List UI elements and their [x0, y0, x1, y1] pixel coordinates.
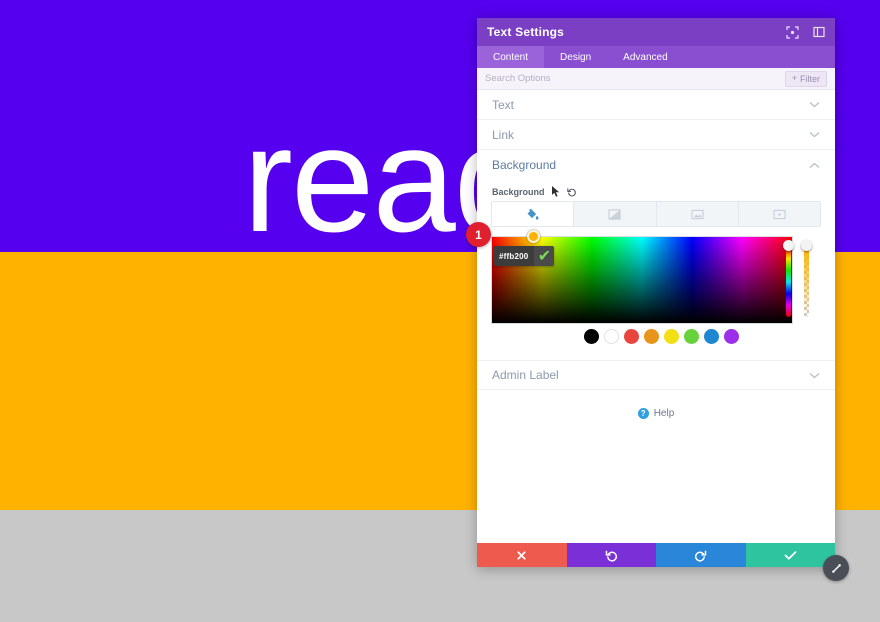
help-icon: ?	[637, 408, 649, 419]
hex-input[interactable]: #ffb200	[494, 246, 535, 266]
chevron-down-icon	[809, 131, 820, 138]
accordion-text[interactable]: Text	[477, 90, 835, 120]
swatch-yellow[interactable]	[664, 329, 679, 344]
background-section: Background #ffb200 ✔	[477, 180, 835, 346]
cancel-button[interactable]	[477, 543, 567, 567]
reset-icon[interactable]	[566, 187, 577, 197]
swatch-black[interactable]	[584, 329, 599, 344]
accordion-admin-label[interactable]: Admin Label	[477, 360, 835, 390]
swatch-purple[interactable]	[724, 329, 739, 344]
background-color-tab[interactable]	[492, 202, 575, 226]
plus-icon: +	[791, 73, 797, 83]
color-picker: #ffb200 ✔	[491, 230, 821, 324]
background-video-tab[interactable]	[739, 202, 820, 226]
tab-content[interactable]: Content	[477, 46, 545, 68]
hue-slider[interactable]	[783, 240, 794, 320]
help-label: Help	[653, 408, 675, 419]
accordion-text-label: Text	[492, 97, 515, 112]
modal-tabs: Content Design Advanced	[477, 46, 835, 68]
chevron-up-icon	[809, 162, 820, 169]
swatch-white[interactable]	[604, 329, 619, 344]
resize-handle[interactable]	[823, 555, 849, 581]
modal-titlebar: Text Settings	[477, 18, 835, 46]
tab-design[interactable]: Design	[544, 46, 607, 68]
accordion-background-label: Background	[492, 158, 557, 172]
filter-button-label: Filter	[800, 73, 820, 84]
page-root: read to bui 1 Text Settings	[0, 0, 880, 622]
expand-icon[interactable]	[786, 25, 799, 39]
background-type-tabs	[491, 201, 821, 227]
filter-button[interactable]: + Filter	[784, 70, 827, 87]
tab-advanced[interactable]: Advanced	[607, 46, 683, 68]
swatch-orange[interactable]	[644, 329, 659, 344]
accordion-background[interactable]: Background	[477, 150, 835, 180]
chevron-down-icon	[809, 101, 820, 108]
background-field-header: Background	[477, 180, 835, 201]
search-row: + Filter	[477, 68, 835, 90]
modal-title: Text Settings	[487, 25, 565, 39]
alpha-slider-knob[interactable]	[801, 240, 812, 251]
accordion-link-label: Link	[492, 127, 515, 142]
save-button[interactable]	[745, 543, 835, 567]
background-gradient-tab[interactable]	[574, 202, 657, 226]
color-swatch-row	[584, 324, 835, 344]
redo-button[interactable]	[656, 543, 746, 567]
chevron-down-icon	[809, 372, 820, 379]
titlebar-actions	[786, 25, 825, 39]
hue-slider-track	[786, 247, 791, 317]
swatch-blue[interactable]	[704, 329, 719, 344]
layout-toggle-icon[interactable]	[812, 26, 825, 39]
step-badge-1: 1	[466, 222, 491, 247]
accordion-admin-label-text: Admin Label	[492, 368, 559, 382]
modal-body: Text Link Background Background #ffb200 …	[477, 90, 835, 543]
alpha-slider-track	[804, 247, 809, 317]
hex-input-chip: #ffb200 ✔	[494, 246, 555, 266]
alpha-slider[interactable]	[801, 240, 812, 320]
text-settings-modal: Text Settings Content Design Advanced Se…	[477, 18, 849, 581]
hex-confirm-button[interactable]: ✔	[534, 246, 555, 266]
search-input[interactable]	[485, 68, 785, 89]
background-field-label: Background	[492, 186, 545, 197]
hue-slider-knob[interactable]	[783, 240, 794, 251]
undo-button[interactable]	[566, 543, 656, 567]
swatch-red[interactable]	[624, 329, 639, 344]
swatch-green[interactable]	[684, 329, 699, 344]
accordion-link[interactable]: Link	[477, 120, 835, 150]
background-image-tab[interactable]	[657, 202, 739, 226]
modal-footer	[477, 543, 849, 581]
help-row[interactable]: ? Help	[477, 390, 835, 419]
mouse-cursor-icon	[551, 186, 560, 197]
picker-cursor-handle[interactable]	[527, 230, 540, 243]
